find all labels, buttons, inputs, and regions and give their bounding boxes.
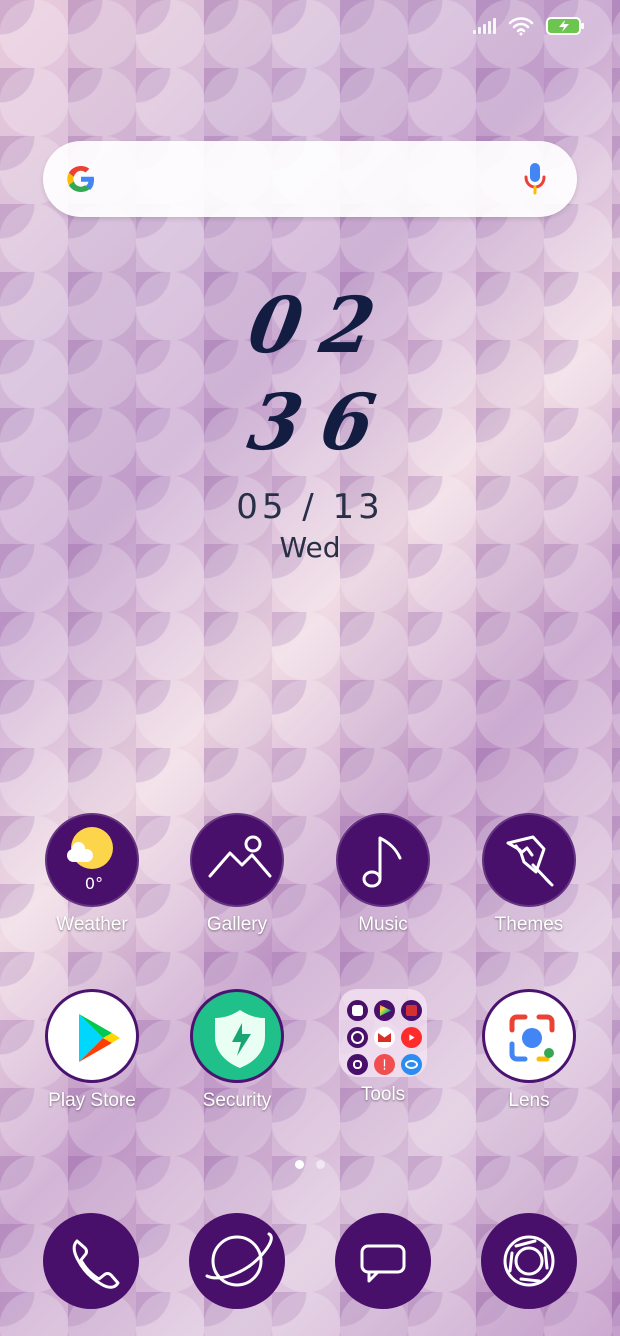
clock-widget[interactable]: 0 2 3 6 05 / 13 Wed: [0, 281, 620, 564]
google-search-bar[interactable]: [43, 141, 577, 217]
status-bar: [473, 16, 586, 36]
phone-icon: [72, 1239, 120, 1289]
tools-label: Tools: [360, 1084, 406, 1105]
mic-icon[interactable]: [523, 160, 547, 196]
clock-digits: 0 2 3 6: [242, 281, 381, 479]
signal-icon: [473, 18, 496, 34]
weather-temperature: 0°: [84, 874, 104, 893]
music-label: Music: [358, 914, 408, 935]
day-label: Wed: [279, 531, 341, 564]
play-store-app[interactable]: Play Store: [19, 989, 165, 1112]
gallery-label: Gallery: [206, 914, 268, 935]
page-indicator: [0, 1160, 620, 1169]
messages-icon: [360, 1244, 406, 1283]
gallery-icon[interactable]: [190, 813, 284, 907]
weather-label: Weather: [56, 914, 128, 935]
security-label: Security: [202, 1090, 272, 1111]
lens-icon[interactable]: [482, 989, 576, 1083]
hour-tens-digit: 0: [242, 281, 310, 371]
battery-charging-icon: [546, 16, 586, 36]
hour-ones-digit: 2: [314, 281, 382, 371]
tools-folder-icon[interactable]: [339, 989, 427, 1077]
play-store-icon[interactable]: [45, 989, 139, 1083]
weather-app[interactable]: 0° Weather: [19, 813, 165, 936]
lens-label: Lens: [508, 1090, 550, 1111]
messages-app[interactable]: [335, 1213, 431, 1309]
dock: [0, 1213, 620, 1309]
themes-label: Themes: [494, 914, 564, 935]
page-dot-inactive[interactable]: [316, 1160, 325, 1169]
gallery-app[interactable]: Gallery: [164, 813, 310, 936]
page-dot-active[interactable]: [295, 1160, 304, 1169]
themes-app[interactable]: Themes: [456, 813, 602, 936]
google-icon: [63, 161, 99, 197]
camera-app[interactable]: [481, 1213, 577, 1309]
date-label: 05 / 13: [236, 487, 384, 527]
security-app[interactable]: Security: [164, 989, 310, 1112]
weather-icon[interactable]: 0°: [45, 813, 139, 907]
phone-app[interactable]: [43, 1213, 139, 1309]
minute-tens-digit: 3: [242, 378, 310, 468]
music-icon[interactable]: [336, 813, 430, 907]
play-store-label: Play Store: [48, 1090, 136, 1111]
security-icon[interactable]: [190, 989, 284, 1083]
browser-icon: [205, 1232, 273, 1287]
browser-app[interactable]: [189, 1213, 285, 1309]
minute-ones-digit: 6: [314, 378, 382, 468]
wifi-icon: [508, 16, 534, 36]
music-app[interactable]: Music: [310, 813, 456, 936]
themes-icon[interactable]: [482, 813, 576, 907]
lens-app[interactable]: Lens: [456, 989, 602, 1112]
tools-folder[interactable]: Tools: [310, 989, 456, 1106]
camera-icon: [503, 1235, 555, 1287]
